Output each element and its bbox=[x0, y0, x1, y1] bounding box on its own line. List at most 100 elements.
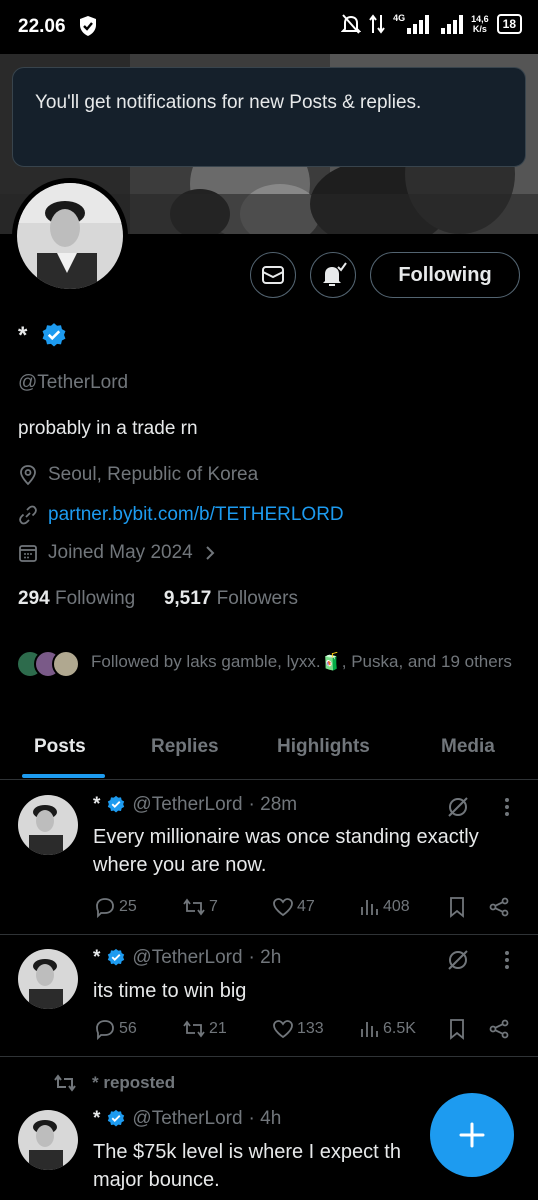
repost-icon bbox=[183, 1020, 205, 1038]
tab-media[interactable]: Media bbox=[441, 736, 495, 758]
following-label[interactable]: Following bbox=[55, 588, 135, 609]
share-icon[interactable] bbox=[487, 895, 511, 919]
follow-counts: 294 Following 9,517 Followers bbox=[18, 588, 298, 610]
avatar-image bbox=[17, 183, 123, 289]
post-author-name[interactable]: * bbox=[93, 1108, 100, 1130]
battery-indicator: 18 bbox=[496, 14, 522, 34]
post-header: * @TetherLord · 4h bbox=[93, 1108, 281, 1130]
reply-button[interactable]: 25 bbox=[93, 895, 137, 919]
location-text: Seoul, Republic of Korea bbox=[48, 464, 259, 485]
following-button[interactable]: Following bbox=[370, 252, 520, 298]
profile-bio: probably in a trade rn bbox=[18, 418, 198, 439]
post-author-handle[interactable]: @TetherLord bbox=[132, 794, 242, 816]
profile-website[interactable]: partner.bybit.com/b/TETHERLORD bbox=[18, 504, 344, 526]
follower-avatar bbox=[52, 650, 80, 678]
notification-toast: You'll get notifications for new Posts &… bbox=[12, 67, 526, 167]
profile-name: * bbox=[18, 322, 28, 349]
post-avatar[interactable] bbox=[18, 1110, 78, 1170]
view-count: 408 bbox=[383, 898, 410, 915]
post-time: · 28m bbox=[248, 794, 298, 815]
reply-button[interactable]: 56 bbox=[93, 1017, 137, 1041]
post-actions: 25 7 47 408 bbox=[93, 895, 513, 921]
post-author-handle[interactable]: @TetherLord bbox=[132, 1108, 242, 1130]
bookmark-icon[interactable] bbox=[445, 895, 469, 919]
verified-badge-icon bbox=[108, 795, 125, 813]
heart-icon bbox=[273, 1020, 293, 1039]
post-header: * @TetherLord · 2h bbox=[93, 947, 281, 969]
views-button[interactable]: 408 bbox=[357, 895, 410, 919]
post-author-handle[interactable]: @TetherLord bbox=[132, 947, 242, 969]
speed-unit: K/s bbox=[472, 24, 487, 34]
post-time: · 2h bbox=[248, 947, 282, 968]
views-button[interactable]: 6.5K bbox=[357, 1017, 416, 1041]
like-button[interactable]: 133 bbox=[271, 1017, 324, 1041]
views-icon bbox=[361, 900, 378, 915]
more-options-icon[interactable] bbox=[500, 948, 514, 972]
grok-icon[interactable] bbox=[446, 948, 470, 972]
like-button[interactable]: 47 bbox=[271, 895, 315, 919]
message-button[interactable] bbox=[250, 252, 296, 298]
joined-text: Joined May 2024 bbox=[48, 542, 193, 563]
post-actions: 56 21 133 6.5K bbox=[93, 1017, 513, 1043]
signal-icon-2 bbox=[441, 15, 464, 34]
data-transfer-icon bbox=[369, 14, 385, 34]
post-author-name[interactable]: * bbox=[93, 947, 100, 969]
profile-handle: @TetherLord bbox=[18, 372, 129, 393]
repost-label[interactable]: * reposted bbox=[92, 1073, 175, 1093]
post-item[interactable]: * @TetherLord · 28m Every millionaire wa… bbox=[0, 781, 538, 935]
post-avatar[interactable] bbox=[18, 949, 78, 1009]
post-author-name[interactable]: * bbox=[93, 794, 100, 816]
status-time: 22.06 bbox=[18, 16, 66, 37]
more-options-icon[interactable] bbox=[500, 795, 514, 819]
share-icon[interactable] bbox=[487, 1017, 511, 1041]
profile-joined[interactable]: Joined May 2024 bbox=[18, 542, 217, 564]
post-text: its time to win big bbox=[93, 980, 247, 1002]
signal-icon bbox=[407, 15, 430, 34]
repost-icon bbox=[183, 898, 205, 916]
active-tab-indicator bbox=[22, 774, 105, 778]
post-time: · 4h bbox=[248, 1108, 282, 1129]
calendar-icon bbox=[19, 545, 37, 562]
location-pin-icon bbox=[20, 465, 36, 486]
like-count: 133 bbox=[297, 1020, 324, 1037]
reply-icon bbox=[96, 1020, 114, 1041]
tab-highlights[interactable]: Highlights bbox=[277, 736, 370, 758]
like-count: 47 bbox=[297, 898, 315, 915]
followed-by-avatars[interactable] bbox=[16, 650, 80, 678]
post-avatar[interactable] bbox=[18, 795, 78, 855]
grok-icon[interactable] bbox=[446, 795, 470, 819]
speed-value: 14,6 bbox=[471, 14, 489, 24]
repost-count: 21 bbox=[209, 1020, 227, 1037]
bell-check-icon bbox=[323, 262, 347, 286]
following-count[interactable]: 294 bbox=[18, 588, 50, 609]
view-count: 6.5K bbox=[383, 1020, 416, 1037]
verified-badge-icon bbox=[108, 1109, 125, 1127]
compose-post-button[interactable] bbox=[430, 1093, 514, 1177]
bookmark-icon[interactable] bbox=[445, 1017, 469, 1041]
network-type: 4G bbox=[393, 13, 406, 23]
profile-location: Seoul, Republic of Korea bbox=[18, 464, 258, 486]
repost-button[interactable]: 7 bbox=[181, 895, 218, 919]
toast-message: You'll get notifications for new Posts &… bbox=[35, 92, 422, 113]
reply-count: 56 bbox=[119, 1020, 137, 1037]
reply-count: 25 bbox=[119, 898, 137, 915]
followers-label[interactable]: Followers bbox=[217, 588, 298, 609]
notifications-button[interactable] bbox=[310, 252, 356, 298]
post-text: Every millionaire was once standing exac… bbox=[93, 826, 479, 876]
tab-posts[interactable]: Posts bbox=[34, 736, 86, 758]
repost-count: 7 bbox=[209, 898, 218, 915]
post-item[interactable]: * @TetherLord · 2h its time to win big 5… bbox=[0, 935, 538, 1057]
followed-by-text[interactable]: Followed by laks gamble, lyxx.🧃, Puska, … bbox=[91, 650, 531, 674]
verified-badge-icon[interactable] bbox=[40, 322, 68, 350]
followers-count[interactable]: 9,517 bbox=[164, 588, 212, 609]
repost-button[interactable]: 21 bbox=[181, 1017, 227, 1041]
status-bar: 22.06 4G 14,6 K/s 18 bbox=[0, 0, 538, 54]
repost-icon bbox=[54, 1074, 76, 1092]
views-icon bbox=[361, 1022, 378, 1037]
website-link[interactable]: partner.bybit.com/b/TETHERLORD bbox=[48, 504, 344, 526]
verified-badge-icon bbox=[108, 948, 125, 966]
tab-replies[interactable]: Replies bbox=[151, 736, 219, 758]
profile-tabs: Posts Replies Highlights Media bbox=[0, 724, 538, 780]
profile-avatar[interactable] bbox=[12, 178, 128, 294]
avatar-image bbox=[18, 1110, 78, 1170]
